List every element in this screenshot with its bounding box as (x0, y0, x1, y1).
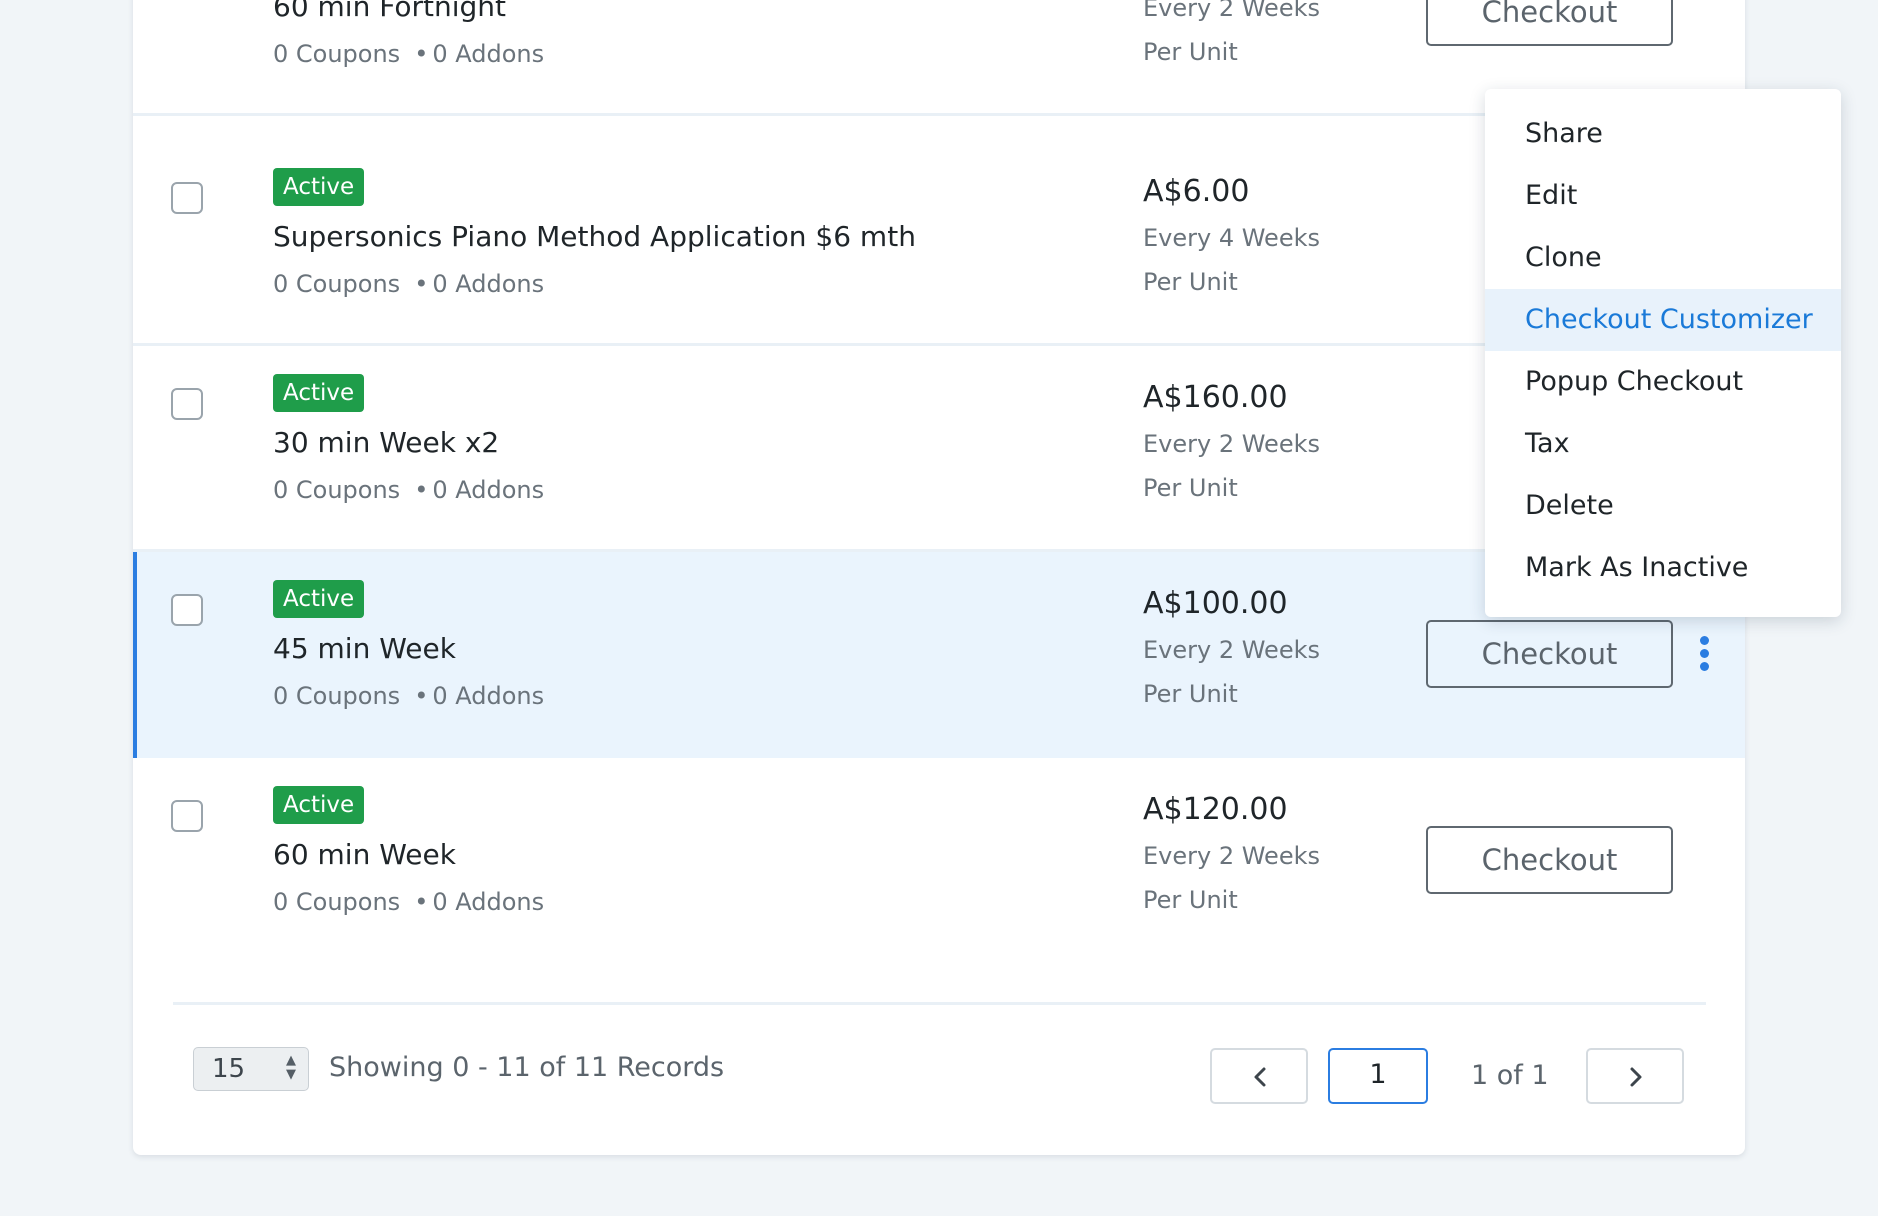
checkout-button[interactable]: Checkout (1426, 826, 1673, 894)
separator-dot: • (414, 270, 429, 298)
billing-frequency: Every 4 Weeks (1143, 224, 1320, 252)
addons-count: 0 Addons (432, 682, 545, 710)
separator-dot: • (414, 888, 429, 916)
menu-item-mark-inactive[interactable]: Mark As Inactive (1485, 537, 1841, 599)
more-actions-icon[interactable] (1697, 636, 1711, 674)
billing-frequency: Every 2 Weeks (1143, 842, 1320, 870)
current-page-input[interactable]: 1 (1328, 1048, 1428, 1104)
page-size-value: 15 (212, 1054, 246, 1084)
pricing-unit: Per Unit (1143, 38, 1238, 66)
coupons-count: 0 Coupons (273, 682, 401, 710)
status-badge: Active (273, 168, 365, 206)
addons-count: 0 Addons (432, 476, 545, 504)
coupons-count: 0 Coupons (273, 40, 401, 68)
plan-name[interactable]: 60 min Fortnight (273, 0, 506, 23)
plan-name[interactable]: Supersonics Piano Method Application $6 … (273, 220, 916, 253)
menu-item-tax[interactable]: Tax (1485, 413, 1841, 475)
chevron-left-icon (1254, 1067, 1266, 1087)
menu-item-delete[interactable]: Delete (1485, 475, 1841, 537)
coupons-count: 0 Coupons (273, 888, 401, 916)
page-count: 1 of 1 (1471, 1060, 1549, 1091)
plan-meta: 0 Coupons • 0 Addons (273, 476, 544, 504)
pricing-unit: Per Unit (1143, 886, 1238, 914)
billing-frequency: Every 2 Weeks (1143, 0, 1320, 22)
plan-name[interactable]: 60 min Week (273, 838, 456, 871)
plan-name[interactable]: 30 min Week x2 (273, 426, 499, 459)
addons-count: 0 Addons (432, 270, 545, 298)
select-arrows-icon: ▲ ▼ (286, 1053, 296, 1082)
row-checkbox[interactable] (171, 182, 203, 214)
row-checkbox[interactable] (171, 388, 203, 420)
plan-price: A$100.00 (1143, 586, 1288, 621)
pricing-unit: Per Unit (1143, 474, 1238, 502)
menu-item-checkout-customizer[interactable]: Checkout Customizer (1485, 289, 1841, 351)
next-page-button[interactable] (1586, 1048, 1684, 1104)
menu-item-clone[interactable]: Clone (1485, 227, 1841, 289)
menu-item-edit[interactable]: Edit (1485, 165, 1841, 227)
checkout-button[interactable]: Checkout (1426, 0, 1673, 46)
row-actions-menu: Share Edit Clone Checkout Customizer Pop… (1485, 89, 1841, 617)
plan-row[interactable]: Active 60 min Week 0 Coupons • 0 Addons A$… (133, 758, 1745, 964)
plan-meta: 0 Coupons • 0 Addons (273, 682, 544, 710)
billing-frequency: Every 2 Weeks (1143, 636, 1320, 664)
prev-page-button[interactable] (1210, 1048, 1308, 1104)
row-checkbox[interactable] (171, 594, 203, 626)
plan-price: A$160.00 (1143, 380, 1288, 415)
billing-frequency: Every 2 Weeks (1143, 430, 1320, 458)
footer-divider (173, 1002, 1706, 1005)
checkout-button[interactable]: Checkout (1426, 620, 1673, 688)
menu-item-popup-checkout[interactable]: Popup Checkout (1485, 351, 1841, 413)
separator-dot: • (414, 40, 429, 68)
coupons-count: 0 Coupons (273, 476, 401, 504)
plan-meta: 0 Coupons • 0 Addons (273, 888, 544, 916)
plan-meta: 0 Coupons • 0 Addons (273, 40, 544, 68)
row-checkbox[interactable] (171, 800, 203, 832)
separator-dot: • (414, 682, 429, 710)
menu-item-share[interactable]: Share (1485, 103, 1841, 165)
plan-name[interactable]: 45 min Week (273, 632, 456, 665)
plans-card: 60 min Fortnight 0 Coupons • 0 Addons Ever… (133, 0, 1841, 1155)
addons-count: 0 Addons (432, 888, 545, 916)
pricing-unit: Per Unit (1143, 680, 1238, 708)
plan-price: A$120.00 (1143, 792, 1288, 827)
coupons-count: 0 Coupons (273, 270, 401, 298)
plan-price: A$6.00 (1143, 174, 1250, 209)
chevron-right-icon (1630, 1067, 1642, 1087)
pricing-unit: Per Unit (1143, 268, 1238, 296)
status-badge: Active (273, 374, 365, 412)
separator-dot: • (414, 476, 429, 504)
plan-meta: 0 Coupons • 0 Addons (273, 270, 544, 298)
status-badge: Active (273, 786, 365, 824)
page-size-select[interactable]: 15 ▲ ▼ (193, 1047, 309, 1091)
addons-count: 0 Addons (432, 40, 545, 68)
records-summary: Showing 0 - 11 of 11 Records (329, 1052, 725, 1083)
status-badge: Active (273, 580, 365, 618)
